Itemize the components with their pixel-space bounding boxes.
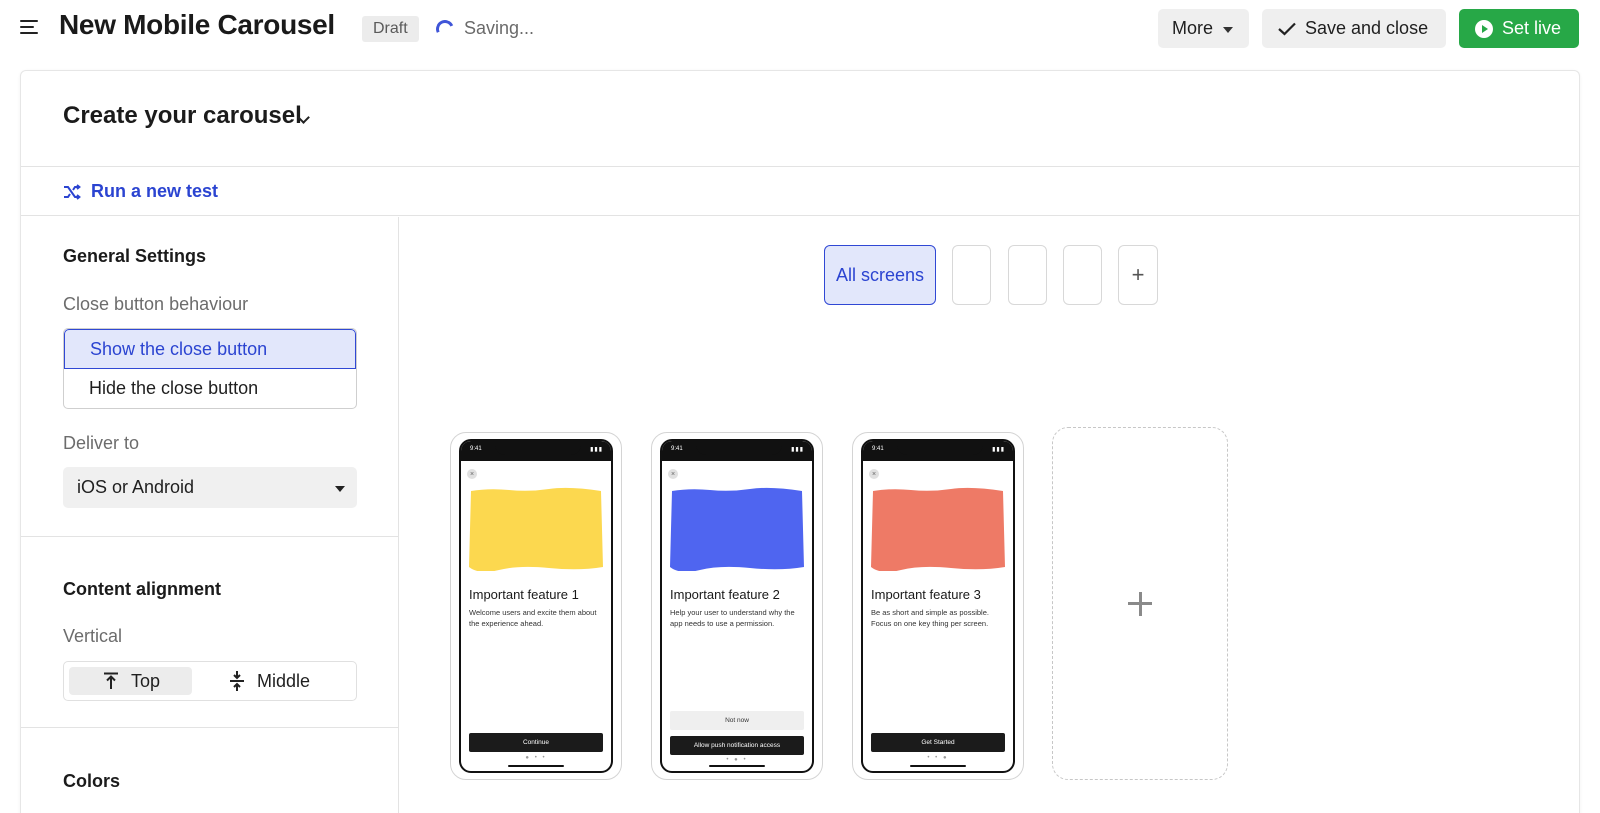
page-indicator-dots: • • ● xyxy=(927,755,949,761)
run-new-test-link[interactable]: Run a new test xyxy=(63,181,218,202)
set-live-button[interactable]: Set live xyxy=(1459,9,1579,48)
phone-frame: 9:41 ▮▮▮ × Important feature 2 Help your… xyxy=(660,439,814,773)
home-indicator xyxy=(508,765,564,767)
phone-status-bar: 9:41 ▮▮▮ xyxy=(461,441,611,461)
screen-preview-1[interactable]: 9:41 ▮▮▮ × Important feature 1 Welcome u… xyxy=(450,432,622,780)
phone-status-bar: 9:41 ▮▮▮ xyxy=(662,441,812,461)
phone-notch xyxy=(495,441,581,455)
more-button-label: More xyxy=(1172,18,1214,38)
feature-heading: Important feature 1 xyxy=(469,587,579,602)
primary-cta-button: Continue xyxy=(469,733,603,752)
phone-notch xyxy=(897,441,983,455)
caret-down-icon xyxy=(335,486,345,492)
align-middle-option[interactable]: Middle xyxy=(229,667,352,695)
shuffle-icon xyxy=(64,183,81,200)
phone-time: 9:41 xyxy=(872,446,884,452)
feature-image xyxy=(670,487,804,571)
align-middle-icon xyxy=(230,671,244,691)
saving-status: Saving... xyxy=(464,18,535,38)
page-title: New Mobile Carousel xyxy=(59,9,335,40)
loading-spinner-icon xyxy=(433,17,457,41)
home-indicator xyxy=(910,765,966,767)
add-screen-button[interactable] xyxy=(1052,427,1228,780)
close-behaviour-selector: Show the close button Hide the close but… xyxy=(63,328,357,409)
menu-icon[interactable] xyxy=(20,20,38,36)
deliver-to-select[interactable]: iOS or Android xyxy=(63,467,357,508)
tab-screen-2[interactable] xyxy=(1008,245,1047,305)
align-top-label: Top xyxy=(131,670,161,691)
phone-time: 9:41 xyxy=(671,446,683,452)
tab-screen-1[interactable] xyxy=(952,245,991,305)
deliver-to-value: iOS or Android xyxy=(77,477,195,497)
phone-notch xyxy=(696,441,782,455)
signal-battery-icon: ▮▮▮ xyxy=(791,447,804,453)
feature-heading: Important feature 3 xyxy=(871,587,981,602)
phone-status-bar: 9:41 ▮▮▮ xyxy=(863,441,1013,461)
phone-time: 9:41 xyxy=(470,446,482,452)
signal-battery-icon: ▮▮▮ xyxy=(590,447,603,453)
screen-preview-3[interactable]: 9:41 ▮▮▮ × Important feature 3 Be as sho… xyxy=(852,432,1024,780)
run-new-test-label: Run a new test xyxy=(91,181,219,201)
primary-cta-button: Allow push notification access xyxy=(670,736,804,755)
primary-cta-button: Get Started xyxy=(871,733,1005,752)
phone-frame: 9:41 ▮▮▮ × Important feature 3 Be as sho… xyxy=(861,439,1015,773)
section-divider xyxy=(21,727,399,728)
deliver-to-label: Deliver to xyxy=(63,433,140,453)
checkmark-icon xyxy=(1278,22,1296,36)
feature-description: Be as short and simple as possible. Focu… xyxy=(871,608,989,628)
content-alignment-heading: Content alignment xyxy=(63,579,221,599)
more-button[interactable]: More xyxy=(1158,9,1249,48)
close-icon: × xyxy=(668,469,678,479)
set-live-label: Set live xyxy=(1502,18,1562,38)
feature-description: Welcome users and excite them about the … xyxy=(469,608,597,628)
show-close-button-option[interactable]: Show the close button xyxy=(64,329,356,369)
screen-preview-2[interactable]: 9:41 ▮▮▮ × Important feature 2 Help your… xyxy=(651,432,823,780)
save-and-close-button[interactable]: Save and close xyxy=(1262,9,1446,48)
tab-all-screens[interactable]: All screens xyxy=(824,245,936,305)
feature-description: Help your user to understand why the app… xyxy=(670,608,795,628)
phone-frame: 9:41 ▮▮▮ × Important feature 1 Welcome u… xyxy=(459,439,613,773)
secondary-cta-button: Not now xyxy=(670,711,804,730)
align-middle-label: Middle xyxy=(257,670,311,691)
page-indicator-dots: • ● • xyxy=(726,757,748,763)
home-indicator xyxy=(709,765,765,767)
test-row: Run a new test xyxy=(21,167,1579,216)
align-top-option[interactable]: Top xyxy=(69,667,192,695)
vertical-alignment-control: Top Middle xyxy=(63,661,357,701)
colors-heading: Colors xyxy=(63,771,121,791)
card-header: Create your carousel xyxy=(21,71,1579,167)
feature-image xyxy=(469,487,603,571)
vertical-label: Vertical xyxy=(63,626,123,646)
section-divider xyxy=(21,536,399,537)
general-settings-heading: General Settings xyxy=(63,246,207,266)
align-top-icon xyxy=(104,672,118,689)
feature-image xyxy=(871,487,1005,571)
play-icon xyxy=(1475,19,1493,38)
signal-battery-icon: ▮▮▮ xyxy=(992,447,1005,453)
caret-down-icon xyxy=(1223,27,1234,33)
page-indicator-dots: ● • • xyxy=(525,755,547,761)
status-badge: Draft xyxy=(362,16,419,42)
close-behaviour-label: Close button behaviour xyxy=(63,294,249,314)
top-bar: New Mobile Carousel Draft Saving... More… xyxy=(0,0,1600,58)
save-and-close-label: Save and close xyxy=(1305,18,1429,38)
tab-screen-3[interactable] xyxy=(1063,245,1102,305)
close-icon: × xyxy=(869,469,879,479)
hide-close-button-option[interactable]: Hide the close button xyxy=(64,369,356,408)
close-icon: × xyxy=(467,469,477,479)
add-screen-tab-button[interactable]: + xyxy=(1118,245,1158,305)
plus-icon-stroke xyxy=(1138,591,1142,616)
card-title[interactable]: Create your carousel xyxy=(63,102,302,130)
feature-heading: Important feature 2 xyxy=(670,587,780,602)
